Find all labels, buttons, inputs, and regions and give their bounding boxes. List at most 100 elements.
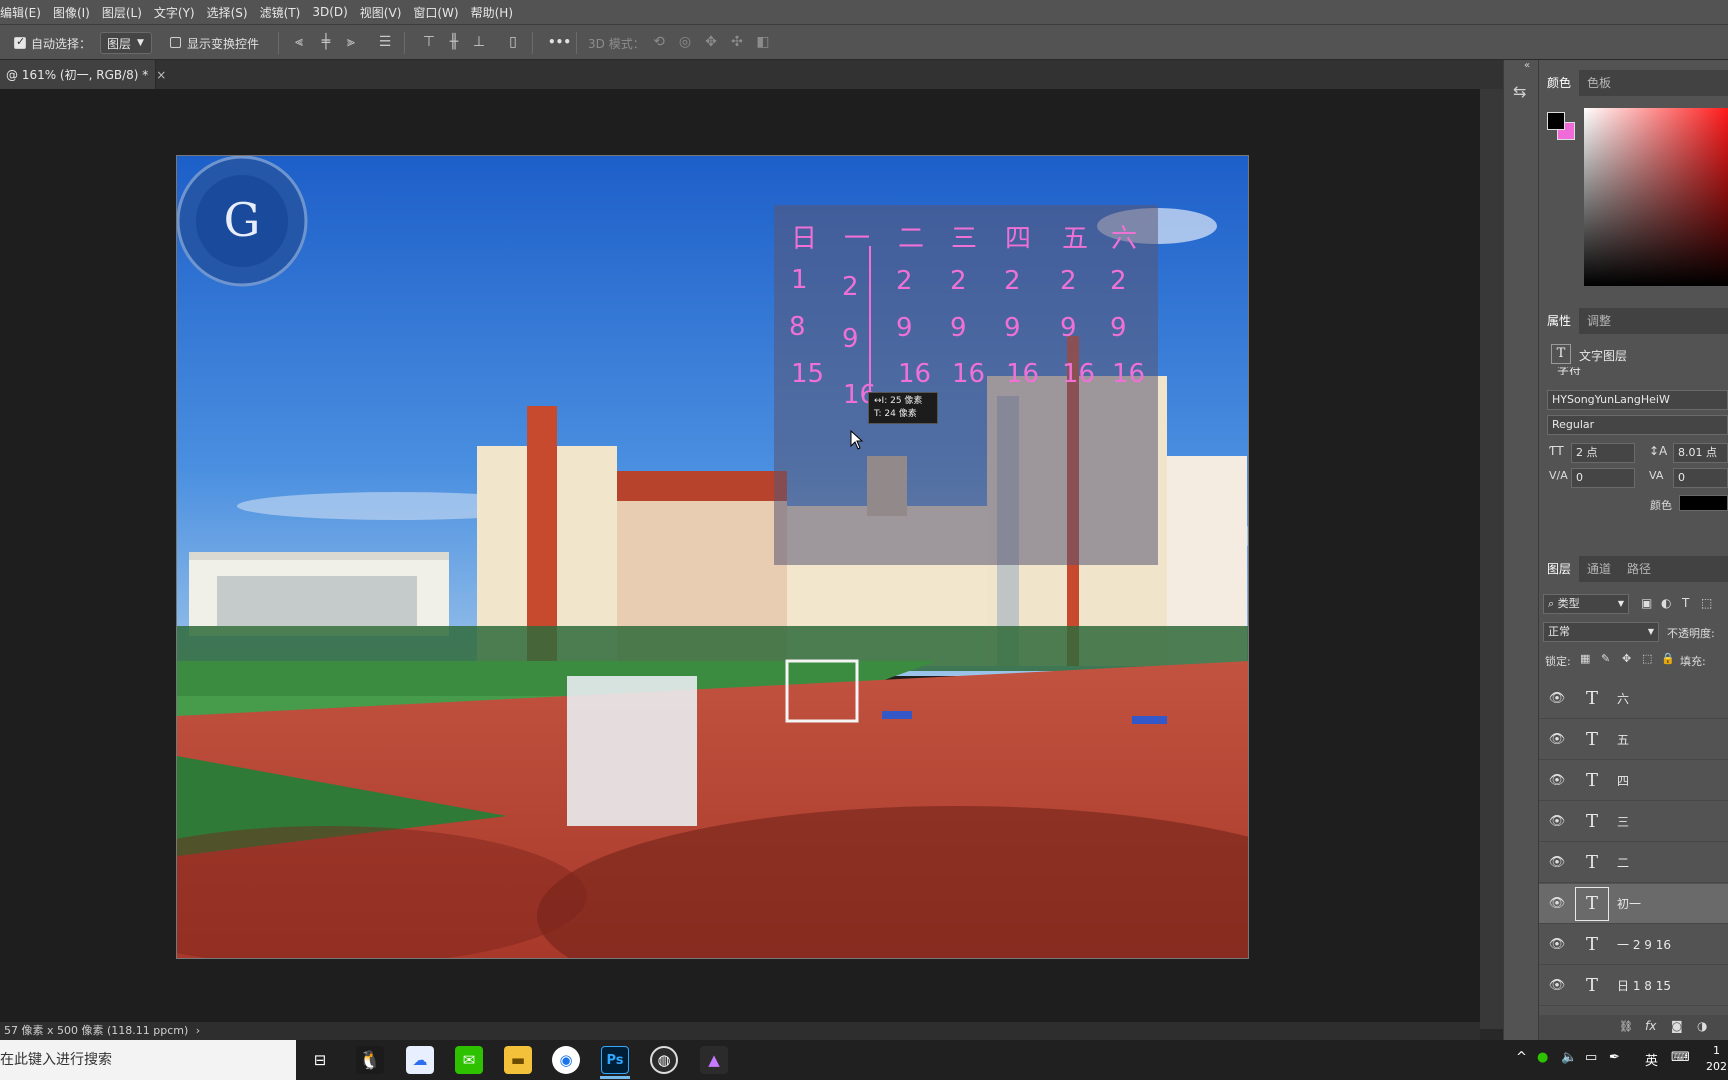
fx-icon[interactable]: fx [1645, 1019, 1656, 1033]
tab-color[interactable]: 颜色 [1539, 70, 1580, 96]
eye-icon[interactable]: 👁 [1539, 855, 1575, 870]
menu-3d[interactable]: 3D(D) [306, 5, 353, 19]
taskbar-search-box[interactable]: 在此键入进行搜索 [0, 1040, 296, 1080]
lock-artboard-icon[interactable]: ⬚ [1642, 652, 1652, 665]
date-tue-1[interactable]: 2 [896, 266, 913, 296]
obs-icon[interactable]: ◍ [650, 1046, 678, 1074]
tab-layers[interactable]: 图层 [1539, 556, 1580, 582]
mask-icon[interactable]: ◙ [1671, 1019, 1683, 1033]
history-panel-icon[interactable]: ⇆ [1513, 82, 1526, 101]
volume-icon[interactable]: 🔈 [1561, 1050, 1577, 1065]
auto-select-dropdown[interactable]: 图层 ▼ [100, 32, 152, 54]
layer-row[interactable]: 👁 T 一 2 9 16 [1539, 925, 1728, 965]
layer-row-selected[interactable]: 👁 T 初一 [1539, 884, 1728, 924]
date-fri-3[interactable]: 16 [1062, 359, 1095, 389]
ime-indicator[interactable]: 英 [1645, 1050, 1658, 1069]
weekday-fri[interactable]: 五 [1062, 218, 1088, 255]
menu-help[interactable]: 帮助(H) [465, 4, 519, 21]
menu-edit[interactable]: 编辑(E) [0, 4, 47, 21]
date-mon-1[interactable]: 2 [842, 272, 859, 302]
tray-chevron-icon[interactable]: ^ [1516, 1050, 1527, 1065]
menu-select[interactable]: 选择(S) [201, 4, 254, 21]
date-fri-2[interactable]: 9 [1060, 313, 1077, 343]
tracking-field[interactable]: 0 [1673, 468, 1728, 488]
align-middle-icon[interactable]: ╫ [445, 34, 463, 50]
date-tue-2[interactable]: 9 [896, 313, 913, 343]
eye-icon[interactable]: 👁 [1539, 691, 1575, 706]
image-editor-icon[interactable]: ▲ [700, 1046, 728, 1074]
menu-layer[interactable]: 图层(L) [96, 4, 148, 21]
tab-paths[interactable]: 路径 [1619, 556, 1659, 582]
color-picker-field[interactable] [1584, 108, 1728, 286]
date-mon-2[interactable]: 9 [842, 324, 859, 354]
3d-pan-icon[interactable]: ✥ [702, 34, 720, 50]
display-icon[interactable]: ▭ [1585, 1050, 1597, 1065]
text-color-swatch[interactable] [1679, 495, 1728, 511]
menu-filter[interactable]: 滤镜(T) [254, 4, 307, 21]
link-layers-icon[interactable]: ⛓ [1619, 1020, 1633, 1033]
align-bottom-icon[interactable]: ⊥ [470, 34, 488, 50]
align-right-icon[interactable]: ⫸ [342, 34, 360, 50]
eye-icon[interactable]: 👁 [1539, 732, 1575, 747]
document-size-status[interactable]: 57 像素 x 500 像素 (118.11 ppcm) [4, 1024, 188, 1037]
3d-slide-icon[interactable]: ✣ [728, 34, 746, 50]
eye-icon[interactable]: 👁 [1539, 978, 1575, 993]
more-options-button[interactable]: ••• [548, 35, 571, 49]
filter-pixel-icon[interactable]: ▣ [1641, 596, 1652, 610]
eye-icon[interactable]: 👁 [1539, 814, 1575, 829]
menu-view[interactable]: 视图(V) [354, 4, 408, 21]
layer-filter-dropdown[interactable]: ⌕ 类型 ▼ [1543, 594, 1629, 614]
menu-type[interactable]: 文字(Y) [148, 4, 201, 21]
filter-shape-icon[interactable]: ⬚ [1701, 596, 1712, 610]
lock-brush-icon[interactable]: ✎ [1601, 652, 1610, 665]
weekday-thu[interactable]: 四 [1005, 218, 1031, 255]
menu-window[interactable]: 窗口(W) [407, 4, 464, 21]
date-thu-2[interactable]: 9 [1004, 313, 1021, 343]
tab-properties[interactable]: 属性 [1539, 308, 1580, 334]
show-transform-checkbox[interactable] [170, 37, 181, 48]
wechat-icon[interactable]: ✉ [455, 1046, 483, 1074]
layer-row[interactable]: 👁 T 六 [1539, 679, 1728, 719]
document-tab[interactable]: @ 161% (初一, RGB/8) * × [0, 60, 166, 89]
photoshop-icon[interactable]: Ps [601, 1046, 629, 1074]
pen-icon[interactable]: ✒ [1609, 1050, 1620, 1065]
eye-icon[interactable]: 👁 [1539, 937, 1575, 952]
file-explorer-icon[interactable]: ▬ [504, 1046, 532, 1074]
date-sun-3[interactable]: 15 [791, 359, 824, 389]
align-center-icon[interactable]: ╪ [317, 34, 335, 50]
layer-row[interactable]: 👁 T 三 [1539, 802, 1728, 842]
eye-icon[interactable]: 👁 [1539, 773, 1575, 788]
date-sat-1[interactable]: 2 [1110, 266, 1127, 296]
weekday-mon[interactable]: 一 [844, 218, 870, 255]
tab-channels[interactable]: 通道 [1579, 556, 1619, 582]
close-icon[interactable]: × [156, 68, 166, 82]
auto-select-checkbox[interactable] [14, 35, 26, 49]
font-style-field[interactable]: Regular [1547, 415, 1728, 435]
date-wed-3[interactable]: 16 [952, 359, 985, 389]
clock-line-2[interactable]: 202 [1706, 1060, 1727, 1073]
layer-row[interactable]: 👁 T 日 1 8 15 [1539, 966, 1728, 1006]
weekday-sat[interactable]: 六 [1111, 218, 1137, 255]
baidu-netdisk-icon[interactable]: ☁ [406, 1046, 434, 1074]
date-sun-2[interactable]: 8 [789, 312, 806, 342]
font-family-field[interactable]: HYSongYunLangHeiW [1547, 390, 1728, 410]
menu-image[interactable]: 图像(I) [47, 4, 96, 21]
adjustment-layer-icon[interactable]: ◑ [1697, 1019, 1707, 1033]
tab-swatches[interactable]: 色板 [1579, 70, 1619, 96]
date-sun-1[interactable]: 1 [791, 265, 808, 295]
3d-scale-icon[interactable]: ◧ [754, 34, 772, 50]
eye-icon[interactable]: 👁 [1539, 896, 1575, 911]
date-wed-2[interactable]: 9 [950, 313, 967, 343]
date-thu-3[interactable]: 16 [1006, 359, 1039, 389]
layer-row[interactable]: 👁 T 五 [1539, 720, 1728, 760]
font-size-field[interactable]: 2 点 [1571, 443, 1635, 463]
kerning-field[interactable]: 0 [1571, 468, 1635, 488]
3d-roll-icon[interactable]: ◎ [676, 34, 694, 50]
blend-mode-dropdown[interactable]: 正常 ▼ [1543, 622, 1659, 642]
date-fri-1[interactable]: 2 [1060, 266, 1077, 296]
3d-rotate-icon[interactable]: ⟲ [650, 34, 668, 50]
layer-row[interactable]: 👁 T 四 [1539, 761, 1728, 801]
keyboard-icon[interactable]: ⌨ [1671, 1050, 1690, 1065]
vertical-scrollbar[interactable] [1480, 89, 1503, 1029]
date-tue-3[interactable]: 16 [898, 359, 931, 389]
